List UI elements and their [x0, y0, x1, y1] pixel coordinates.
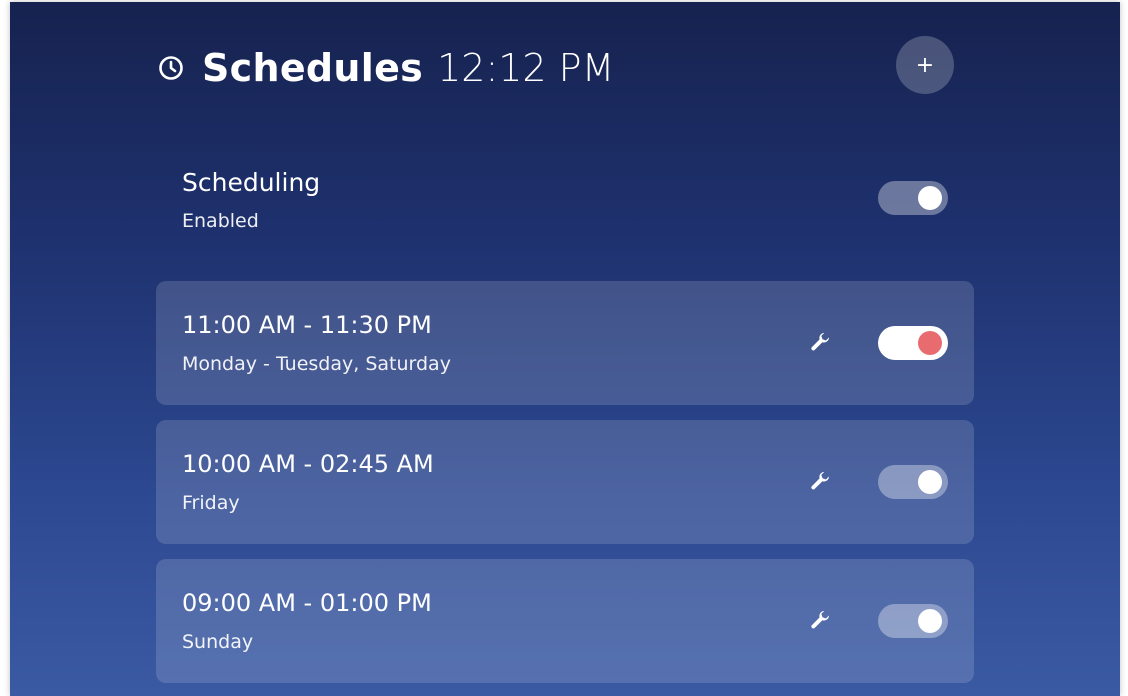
page-header: Schedules 12:12 PM: [158, 38, 614, 98]
scheduling-title: Scheduling: [182, 168, 321, 197]
schedule-time-range: 09:00 AM - 01:00 PM: [182, 589, 432, 617]
schedule-days: Sunday: [182, 631, 254, 653]
current-time: 12:12 PM: [437, 46, 615, 90]
add-schedule-button[interactable]: +: [896, 36, 954, 94]
schedule-card[interactable]: 10:00 AM - 02:45 AM Friday: [156, 420, 974, 544]
scheduling-row: Scheduling Enabled: [156, 160, 974, 250]
clock-icon: [158, 55, 184, 81]
schedule-time-range: 11:00 AM - 11:30 PM: [182, 311, 432, 339]
plus-icon: +: [915, 52, 935, 78]
schedule-card[interactable]: 11:00 AM - 11:30 PM Monday - Tuesday, Sa…: [156, 281, 974, 405]
schedule-days: Monday - Tuesday, Saturday: [182, 353, 451, 375]
page-title: Schedules: [202, 46, 424, 90]
schedules-screen: Schedules 12:12 PM + Scheduling Enabled …: [10, 2, 1120, 696]
wrench-icon[interactable]: [808, 470, 832, 494]
toggle-knob: [918, 609, 942, 633]
wrench-icon[interactable]: [808, 609, 832, 633]
schedule-toggle[interactable]: [878, 604, 948, 638]
wrench-icon[interactable]: [808, 331, 832, 355]
schedule-time-range: 10:00 AM - 02:45 AM: [182, 450, 434, 478]
schedule-toggle[interactable]: [878, 326, 948, 360]
schedule-card[interactable]: 09:00 AM - 01:00 PM Sunday: [156, 559, 974, 683]
toggle-knob: [918, 470, 942, 494]
scheduling-status: Enabled: [182, 210, 259, 232]
schedule-toggle[interactable]: [878, 465, 948, 499]
toggle-knob: [918, 331, 942, 355]
schedule-days: Friday: [182, 492, 240, 514]
toggle-knob: [918, 186, 942, 210]
scheduling-toggle[interactable]: [878, 181, 948, 215]
